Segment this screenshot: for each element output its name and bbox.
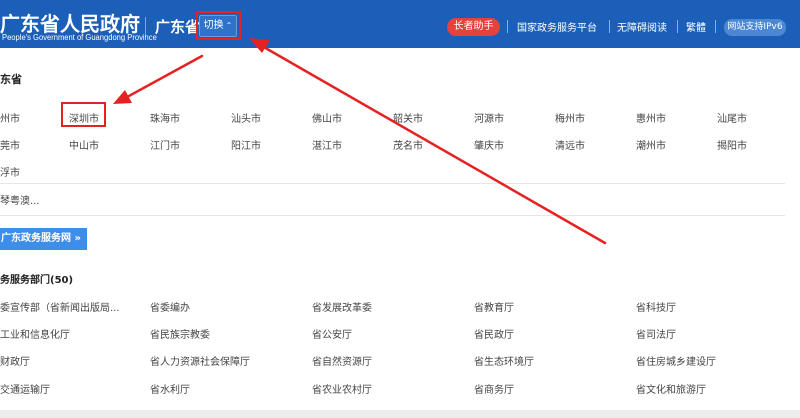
city-link[interactable]: 浮市	[0, 164, 20, 179]
department-link[interactable]: 省民族宗教委	[150, 326, 210, 341]
department-link[interactable]: 省自然资源厅	[312, 353, 372, 368]
bottom-bar	[0, 410, 800, 418]
link-separator	[715, 20, 716, 33]
national-platform-link[interactable]: 国家政务服务平台	[517, 19, 597, 34]
city-link[interactable]: 潮州市	[636, 137, 666, 152]
header-divider	[145, 17, 146, 37]
link-separator	[609, 20, 610, 33]
department-link[interactable]: 省发展改革委	[312, 299, 372, 314]
department-link[interactable]: 省文化和旅游厅	[636, 381, 706, 396]
department-link[interactable]: 省生态环境厅	[474, 353, 534, 368]
department-link[interactable]: 省科技厅	[636, 299, 676, 314]
accessibility-link[interactable]: 无障碍阅读	[617, 19, 667, 34]
city-link[interactable]: 韶关市	[393, 110, 423, 125]
link-separator	[507, 20, 508, 33]
logo-subtitle: People's Government of Guangdong Provinc…	[2, 33, 157, 42]
city-link[interactable]: 汕尾市	[717, 110, 747, 125]
gd-service-portal-button[interactable]: 广东政务服务网 »	[0, 228, 87, 250]
department-link[interactable]: 省住房城乡建设厅	[636, 353, 716, 368]
city-link[interactable]: 州市	[0, 110, 20, 125]
city-link[interactable]: 中山市	[69, 137, 99, 152]
department-link[interactable]: 省民政厅	[474, 326, 514, 341]
department-link[interactable]: 省商务厅	[474, 381, 514, 396]
ipv6-badge: 网站支持IPv6	[724, 19, 786, 36]
city-link[interactable]: 湛江市	[312, 137, 342, 152]
department-link[interactable]: 工业和信息化厅	[0, 326, 70, 341]
department-link[interactable]: 交通运输厅	[0, 381, 50, 396]
city-link[interactable]: 佛山市	[312, 110, 342, 125]
annotation-box-shenzhen	[61, 102, 106, 127]
department-link[interactable]: 省人力资源社会保障厅	[150, 353, 250, 368]
traditional-chinese-link[interactable]: 繁體	[686, 19, 706, 34]
arrowhead-shenzhen	[113, 90, 132, 104]
department-link[interactable]: 省公安厅	[312, 326, 352, 341]
elder-assistant-button[interactable]: 长者助手	[447, 18, 500, 36]
city-link[interactable]: 梅州市	[555, 110, 585, 125]
top-header: 广东省人民政府 People's Government of Guangdong…	[0, 0, 800, 48]
department-link[interactable]: 财政厅	[0, 353, 30, 368]
other-region-link[interactable]: 琴粤澳...	[0, 192, 40, 207]
city-link[interactable]: 茂名市	[393, 137, 423, 152]
city-link[interactable]: 汕头市	[231, 110, 261, 125]
department-link[interactable]: 省委编办	[150, 299, 190, 314]
province-title: 东省	[0, 73, 22, 86]
city-link[interactable]: 河源市	[474, 110, 504, 125]
departments-title: 务服务部门(50)	[0, 275, 74, 286]
city-link[interactable]: 江门市	[150, 137, 180, 152]
current-region: 广东省	[155, 18, 201, 36]
city-link[interactable]: 清远市	[555, 137, 585, 152]
arrow-to-shenzhen	[125, 54, 204, 99]
city-link[interactable]: 莞市	[0, 137, 20, 152]
city-link[interactable]: 揭阳市	[717, 137, 747, 152]
city-link[interactable]: 阳江市	[231, 137, 261, 152]
department-link[interactable]: 委宣传部（省新闻出版局...	[0, 299, 120, 314]
city-link[interactable]: 珠海市	[150, 110, 180, 125]
divider	[0, 215, 785, 216]
department-link[interactable]: 省司法厅	[636, 326, 676, 341]
annotation-box-switch	[196, 11, 241, 40]
city-link[interactable]: 肇庆市	[474, 137, 504, 152]
department-link[interactable]: 省教育厅	[474, 299, 514, 314]
department-link[interactable]: 省水利厅	[150, 381, 190, 396]
link-separator	[677, 20, 678, 33]
city-link[interactable]: 惠州市	[636, 110, 666, 125]
department-link[interactable]: 省农业农村厅	[312, 381, 372, 396]
divider	[0, 183, 785, 184]
